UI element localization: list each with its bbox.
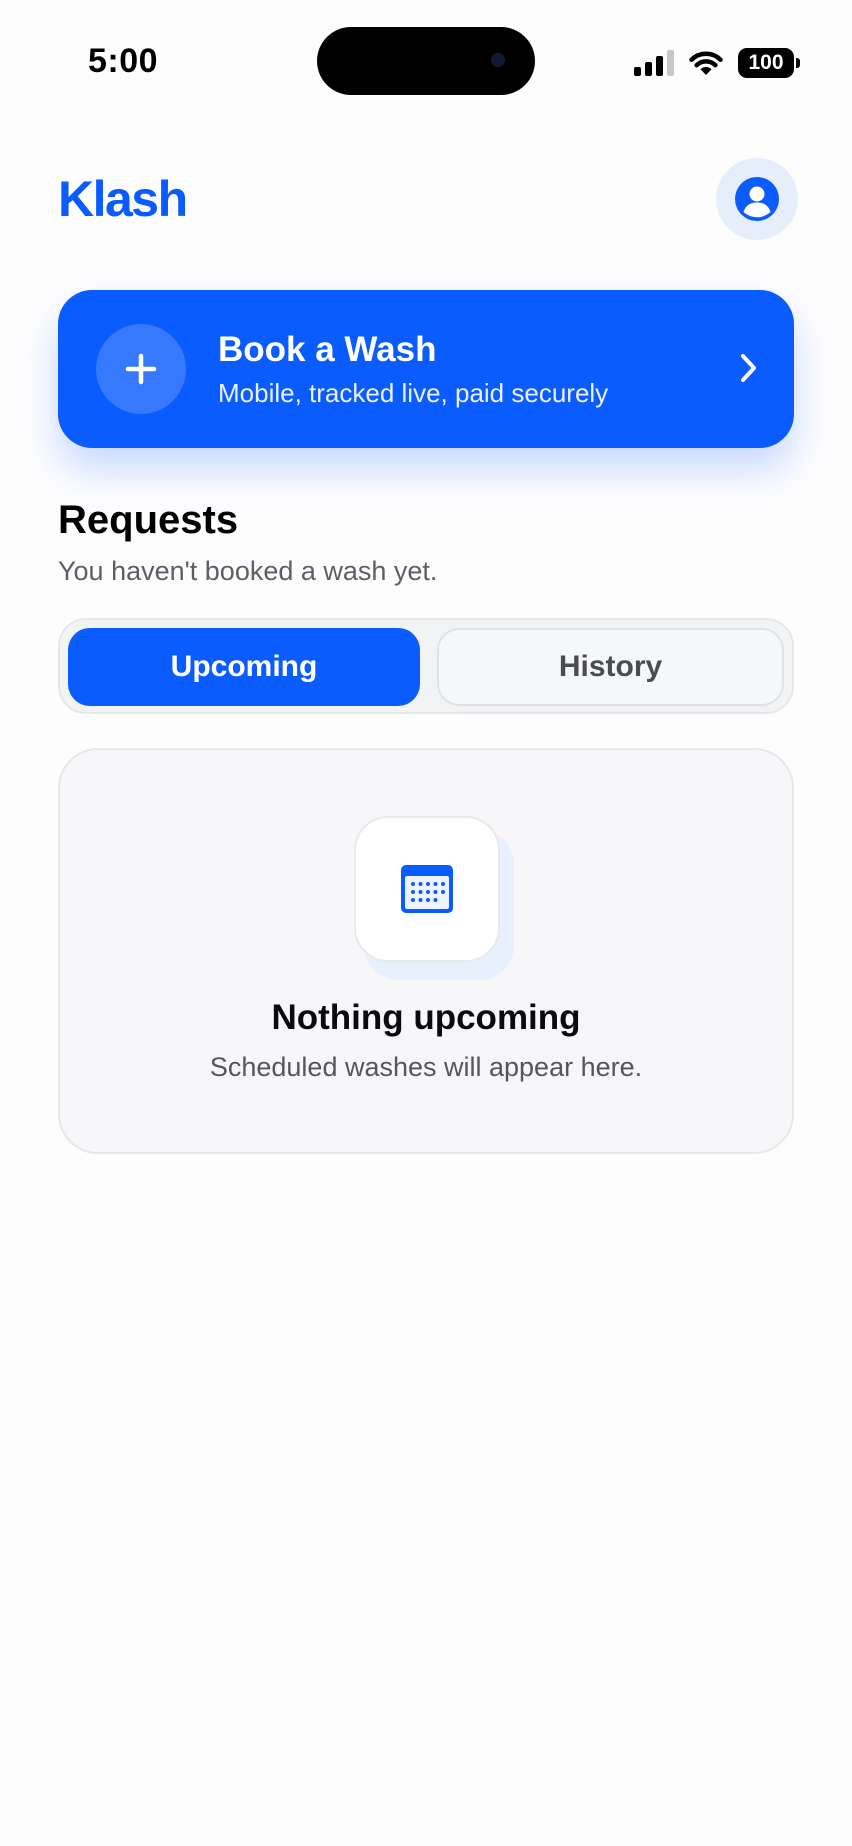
book-wash-button[interactable]: Book a Wash Mobile, tracked live, paid s…	[58, 290, 794, 448]
empty-state-subtitle: Scheduled washes will appear here.	[209, 1052, 643, 1082]
calendar-icon	[401, 865, 453, 913]
chevron-right-icon	[741, 354, 756, 382]
requests-title: Requests	[58, 498, 239, 542]
book-wash-subtitle: Mobile, tracked live, paid securely	[218, 378, 609, 408]
person-circle-icon	[735, 177, 779, 221]
battery-level: 100	[748, 51, 784, 74]
status-time: 5:00	[88, 42, 159, 80]
book-wash-title: Book a Wash	[218, 330, 437, 369]
battery-icon: 100	[738, 48, 800, 78]
tab-history[interactable]: History	[437, 628, 784, 706]
signal-icon	[634, 50, 674, 76]
requests-subtitle: You haven't booked a wash yet.	[58, 556, 438, 586]
empty-state-icon-tile	[354, 816, 500, 962]
tab-upcoming[interactable]: Upcoming	[68, 628, 420, 706]
app-screen: 5:00 100 Klash Book a Wash Mobile, track…	[0, 0, 852, 1846]
app-logo: Klash	[58, 171, 188, 227]
plus-icon	[125, 353, 157, 385]
camera-icon	[491, 53, 505, 67]
dynamic-island	[317, 27, 535, 95]
profile-button[interactable]	[716, 158, 798, 240]
wifi-icon	[689, 51, 723, 75]
empty-state-title: Nothing upcoming	[271, 998, 581, 1037]
plus-button-circle	[96, 324, 186, 414]
status-icons: 100	[634, 46, 800, 80]
requests-tab-control: Upcoming History	[58, 618, 794, 714]
